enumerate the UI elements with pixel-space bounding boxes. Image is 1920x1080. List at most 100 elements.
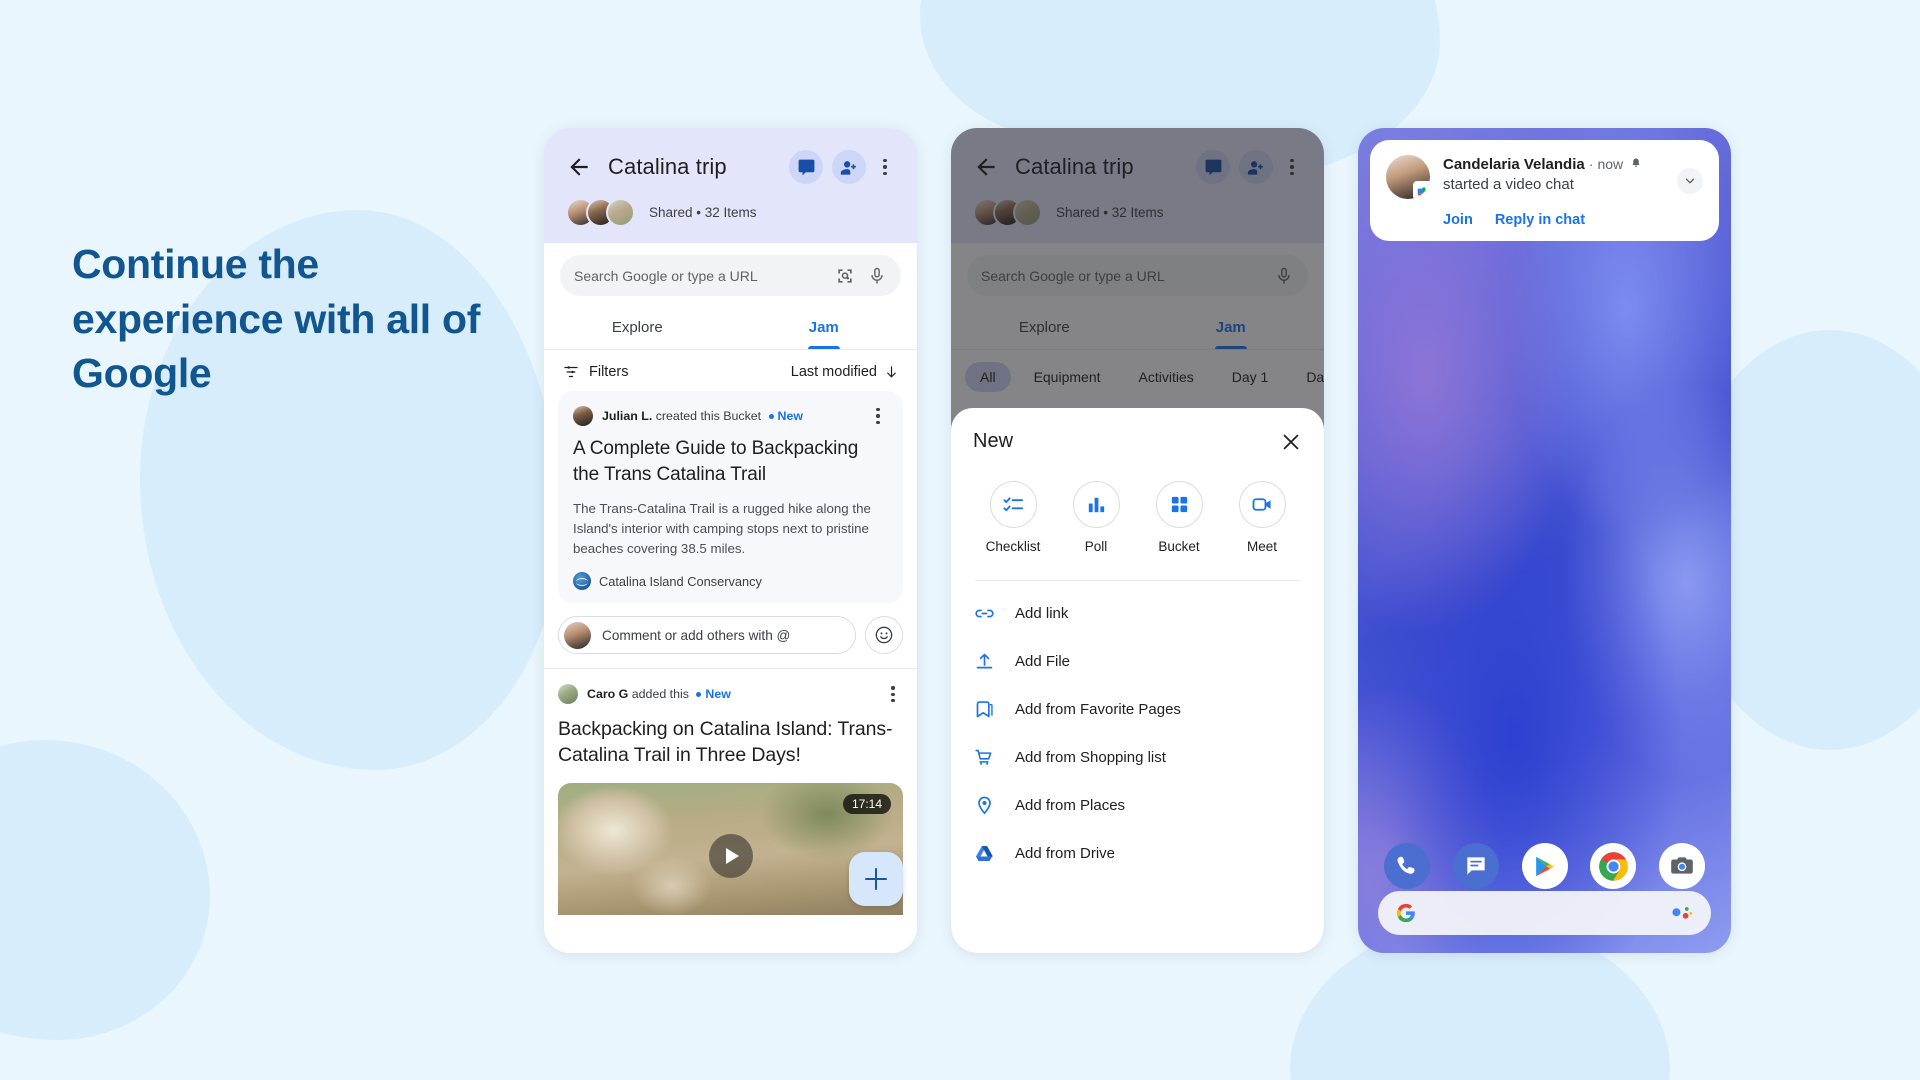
action-label: Meet (1246, 539, 1277, 554)
source-label: Catalina Island Conservancy (599, 573, 762, 589)
checklist-icon (989, 481, 1037, 528)
menu-item-favorite-pages[interactable]: Add from Favorite Pages (973, 685, 1302, 733)
messages-icon[interactable] (1452, 843, 1499, 889)
bucket-grid-icon (1155, 481, 1203, 528)
search-input[interactable]: Search Google or type a URL (560, 255, 901, 296)
person-add-icon[interactable] (832, 150, 866, 184)
byline-name: Julian L. (602, 409, 653, 423)
avatar (573, 406, 593, 426)
avatar (606, 198, 635, 227)
filters-row: Filters Last modified (544, 350, 917, 391)
more-vert-icon[interactable] (875, 156, 895, 178)
menu-label: Add from Favorite Pages (1015, 700, 1181, 718)
quick-actions: Checklist Poll Bucket Meet (973, 481, 1302, 554)
close-icon[interactable] (1280, 431, 1302, 453)
phone-mockup-new-sheet: Catalina trip Shared • 32 Items (951, 128, 1324, 953)
chat-bubble-icon[interactable] (789, 150, 823, 184)
menu-item-shopping-list[interactable]: Add from Shopping list (973, 733, 1302, 781)
card-byline: Julian L. created this Bucket New (602, 409, 868, 423)
video-duration: 17:14 (842, 793, 891, 814)
play-store-icon[interactable] (1521, 843, 1568, 889)
google-search-widget[interactable] (1378, 891, 1711, 935)
action-bucket[interactable]: Bucket (1143, 481, 1215, 554)
background-blob (0, 740, 210, 1040)
filters-label: Filters (589, 364, 629, 380)
google-assistant-icon[interactable] (1670, 905, 1694, 921)
avatar-stack (566, 198, 635, 227)
join-button[interactable]: Join (1443, 212, 1473, 228)
upload-icon (973, 650, 996, 673)
comment-placeholder: Comment or add others with @ (602, 627, 791, 643)
sheet-title: New (973, 430, 1014, 452)
bell-icon (1632, 158, 1640, 167)
card-body: The Trans-Catalina Trail is a rugged hik… (573, 500, 871, 557)
notification-title: Candelaria Velandia · now (1443, 156, 1677, 173)
status-badge: New (692, 687, 731, 701)
avatar (564, 621, 591, 649)
shopping-cart-icon (973, 746, 996, 769)
menu-label: Add link (1015, 604, 1069, 622)
action-label: Poll (1084, 539, 1108, 554)
reply-in-chat-button[interactable]: Reply in chat (1495, 212, 1585, 228)
avatar (558, 684, 578, 705)
notification-body: started a video chat (1443, 176, 1574, 193)
filter-icon[interactable] (562, 363, 580, 381)
byline-action: created this Bucket (655, 409, 762, 423)
app-body: Search Google or type a URL Explore Jam … (544, 255, 917, 953)
jam-card[interactable]: Julian L. created this Bucket New A Comp… (558, 391, 903, 604)
new-bottom-sheet: New Checklist Poll Bucket Meet Add link … (951, 408, 1324, 953)
bookmark-icon (973, 698, 996, 721)
link-icon (973, 602, 996, 625)
camera-icon[interactable] (1659, 843, 1705, 889)
app-header: Catalina trip Shared • 32 Items (544, 128, 917, 243)
menu-label: Add from Drive (1015, 844, 1116, 862)
menu-item-add-link[interactable]: Add link (973, 589, 1302, 637)
phone-mockup-jam: Catalina trip Shared • 32 Items Search G… (544, 128, 917, 953)
divider (975, 580, 1300, 581)
microphone-icon[interactable] (867, 266, 887, 286)
notification-time: · now (1588, 156, 1624, 172)
phone-icon[interactable] (1384, 843, 1430, 889)
menu-label: Add File (1015, 652, 1071, 670)
play-icon[interactable] (708, 834, 753, 879)
emoji-smile-icon[interactable] (865, 616, 903, 655)
menu-item-places[interactable]: Add from Places (973, 781, 1302, 829)
google-lens-icon[interactable] (835, 266, 855, 286)
tab-bar: Explore Jam (544, 308, 917, 350)
search-placeholder: Search Google or type a URL (574, 267, 758, 284)
more-vert-icon[interactable] (883, 683, 903, 705)
card-title: A Complete Guide to Backpacking the Tran… (573, 438, 859, 485)
bar-chart-icon (1072, 481, 1120, 528)
google-meet-icon (1413, 181, 1430, 199)
menu-item-drive[interactable]: Add from Drive (973, 829, 1302, 877)
status-badge: New (765, 409, 803, 423)
poster-canvas: Continue the experience with all of Goog… (0, 0, 1920, 1080)
google-drive-icon (973, 842, 996, 865)
tab-jam[interactable]: Jam (731, 308, 918, 349)
add-fab-button[interactable] (849, 852, 903, 906)
action-poll[interactable]: Poll (1060, 481, 1132, 554)
share-meta: Shared • 32 Items (649, 205, 757, 220)
location-pin-icon (973, 794, 996, 817)
menu-label: Add from Shopping list (1015, 748, 1166, 766)
more-vert-icon[interactable] (868, 405, 888, 427)
byline-action: added this (631, 687, 689, 702)
byline-name: Caro G (587, 687, 629, 702)
page-title: Continue the experience with all of Goog… (72, 241, 481, 397)
action-checklist[interactable]: Checklist (977, 481, 1049, 554)
chrome-icon[interactable] (1590, 843, 1637, 889)
video-camera-icon (1238, 481, 1286, 528)
comment-input[interactable]: Comment or add others with @ (558, 616, 856, 655)
chevron-down-icon[interactable] (1677, 168, 1703, 194)
google-g-icon (1396, 903, 1415, 923)
page-title: Catalina trip (608, 154, 727, 179)
sort-button[interactable]: Last modified (791, 364, 899, 380)
tab-explore[interactable]: Explore (544, 308, 731, 349)
action-meet[interactable]: Meet (1226, 481, 1298, 554)
arrow-back-icon[interactable] (566, 154, 592, 180)
phone-mockup-home-screen: Candelaria Velandia · now started a vide… (1358, 128, 1731, 953)
avatar (1386, 155, 1430, 199)
notification-card[interactable]: Candelaria Velandia · now started a vide… (1370, 140, 1719, 241)
menu-item-add-file[interactable]: Add File (973, 637, 1302, 685)
menu-label: Add from Places (1015, 796, 1126, 814)
